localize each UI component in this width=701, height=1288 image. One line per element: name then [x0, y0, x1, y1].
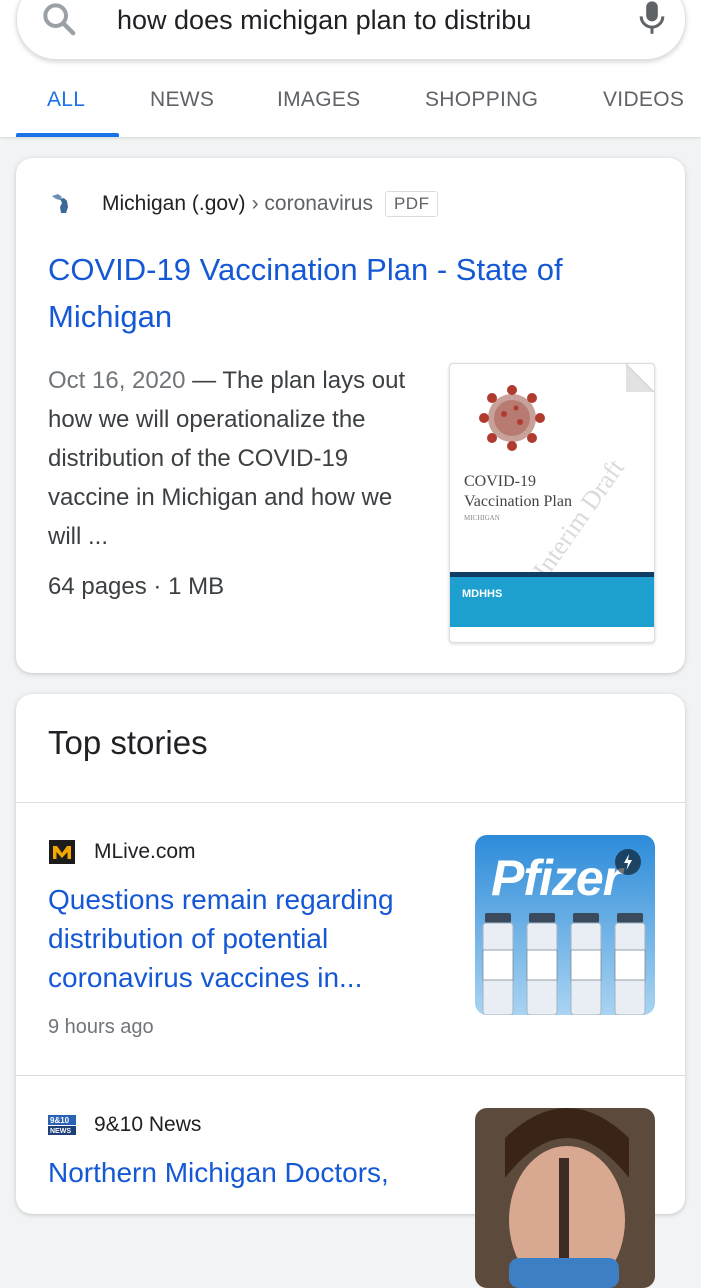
- story-source: MLive.com: [48, 837, 196, 867]
- tab-all[interactable]: ALL: [47, 88, 85, 112]
- thumbnail-title-line1: COVID-19: [464, 473, 536, 490]
- thumbnail-brand: MDHHS: [462, 588, 503, 600]
- svg-text:9&10: 9&10: [50, 1116, 70, 1125]
- mlive-favicon-icon: [49, 840, 75, 864]
- result-title-link[interactable]: COVID-19 Vaccination Plan - State of Mic…: [48, 246, 648, 340]
- microphone-icon[interactable]: [632, 0, 672, 39]
- pdf-thumbnail[interactable]: COVID-19 Vaccination Plan MICHIGAN Inter…: [449, 363, 655, 643]
- result-date: Oct 16, 2020: [48, 367, 186, 394]
- story-thumbnail-image[interactable]: [475, 1108, 655, 1288]
- news-story[interactable]: 9&10 NEWS 9&10 News Northern Michigan Do…: [16, 1076, 685, 1288]
- search-box[interactable]: how does michigan plan to distribu: [16, 0, 686, 60]
- story-source: 9&10 NEWS 9&10 News: [48, 1110, 201, 1140]
- michigan-gov-favicon-icon: [52, 194, 68, 213]
- search-icon[interactable]: [39, 0, 79, 39]
- search-tabs: ALL NEWS IMAGES SHOPPING VIDEOS: [0, 74, 701, 137]
- story-title-link[interactable]: Questions remain regarding distribution …: [48, 880, 448, 997]
- story-time: 9 hours ago: [48, 1016, 154, 1038]
- amp-lightning-icon: [624, 854, 632, 870]
- news-story[interactable]: MLive.com Questions remain regarding dis…: [16, 803, 685, 1075]
- 9and10-news-favicon-icon: 9&10 NEWS: [48, 1115, 76, 1135]
- thumbnail-title: COVID-19 Vaccination Plan MICHIGAN: [464, 472, 572, 524]
- file-type-badge: PDF: [384, 191, 439, 217]
- tab-shopping[interactable]: SHOPPING: [425, 88, 538, 112]
- result-snippet: Oct 16, 2020 — The plan lays out how we …: [48, 361, 428, 556]
- result-file-meta: 64 pages · 1 MB: [48, 573, 225, 600]
- result-source-name: Michigan (.gov): [102, 192, 246, 215]
- result-source[interactable]: Michigan (.gov) › coronavirus PDF: [48, 188, 439, 220]
- search-result-card[interactable]: Michigan (.gov) › coronavirus PDF COVID-…: [16, 158, 685, 673]
- story-source-name: 9&10 News: [94, 1113, 202, 1136]
- thumbnail-subtitle: MICHIGAN: [464, 514, 500, 522]
- search-input[interactable]: how does michigan plan to distribu: [117, 5, 617, 36]
- result-breadcrumb: › coronavirus: [251, 192, 373, 215]
- tab-news[interactable]: NEWS: [150, 88, 214, 112]
- active-tab-indicator: [16, 133, 119, 137]
- thumbnail-band: [450, 577, 654, 627]
- image-text: Pfizer: [491, 850, 622, 906]
- thumbnail-title-line2: Vaccination Plan: [464, 493, 572, 510]
- story-title-link[interactable]: Northern Michigan Doctors,: [48, 1153, 448, 1192]
- virus-illustration-icon: [479, 385, 545, 451]
- svg-text:NEWS: NEWS: [50, 1128, 71, 1135]
- doctor-photo-image: [475, 1108, 655, 1288]
- story-thumbnail-image[interactable]: Pfizer: [475, 835, 655, 1015]
- tab-images[interactable]: IMAGES: [277, 88, 360, 112]
- top-stories-heading: Top stories: [48, 724, 208, 761]
- story-source-name: MLive.com: [94, 840, 196, 863]
- amp-badge: [615, 849, 641, 875]
- tab-videos[interactable]: VIDEOS: [603, 88, 684, 112]
- result-snippet-text: — The plan lays out how we will operatio…: [48, 367, 406, 550]
- search-header: how does michigan plan to distribu ALL N…: [0, 0, 701, 137]
- top-stories-card: Top stories MLive.com Questions remain r…: [16, 694, 685, 1288]
